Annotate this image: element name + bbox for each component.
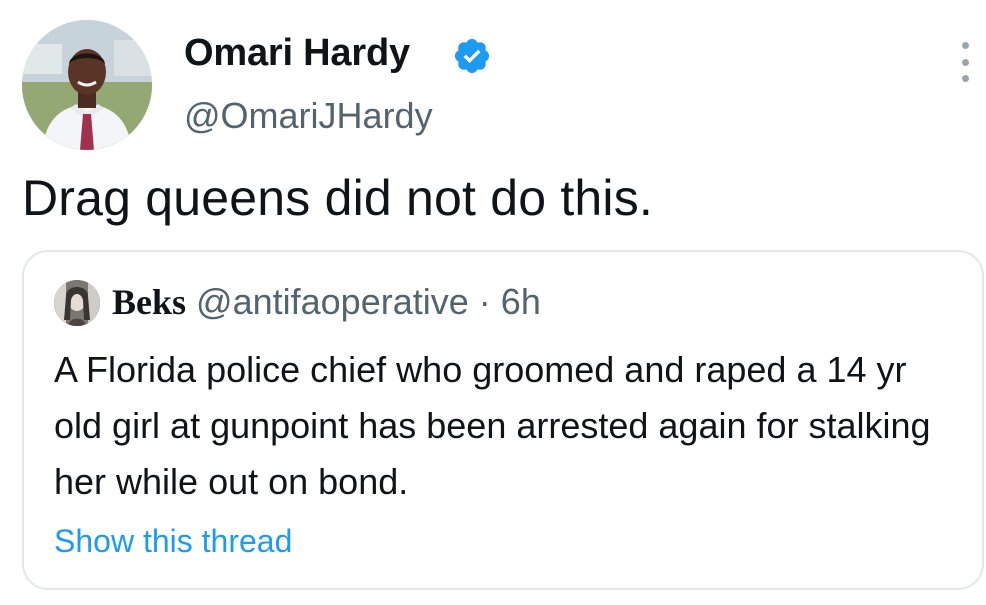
quoted-author-name[interactable]: Beks [112, 282, 186, 322]
tweet-text: Drag queens did not do this. [22, 170, 654, 226]
more-dot [961, 42, 969, 49]
more-dot [961, 75, 969, 82]
author-display-name[interactable]: Omari Hardy [184, 32, 410, 76]
quoted-author-avatar[interactable] [54, 280, 100, 326]
quoted-author-avatar-image [54, 280, 100, 326]
quoted-author-handle[interactable]: @antifaoperative [196, 281, 469, 322]
more-dot [961, 58, 969, 66]
author-avatar[interactable] [22, 20, 152, 150]
more-vertical-icon[interactable] [950, 40, 980, 84]
verified-badge-icon [454, 38, 490, 74]
quoted-tweet-card[interactable]: Beks @antifaoperative · 6h A Florida pol… [22, 250, 984, 590]
separator-dot: · [478, 281, 491, 322]
quoted-tweet-timestamp[interactable]: 6h [501, 281, 541, 322]
show-thread-link[interactable]: Show this thread [54, 522, 292, 560]
author-handle[interactable]: @OmariJHardy [184, 95, 433, 136]
author-avatar-image [22, 20, 152, 150]
quoted-tweet-text: A Florida police chief who groomed and r… [54, 349, 931, 502]
quoted-tweet-header: Beks @antifaoperative · 6h [112, 280, 541, 324]
